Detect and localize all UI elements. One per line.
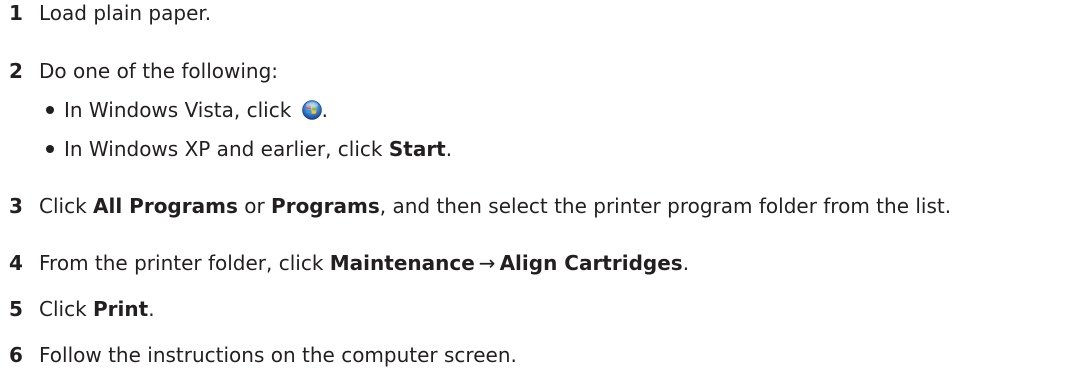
all-programs-label: All Programs bbox=[93, 194, 238, 218]
step-number: 4 bbox=[9, 251, 23, 275]
step-4: 4 From the printer folder, click Mainten… bbox=[9, 251, 689, 275]
step-text-post: . bbox=[148, 297, 155, 321]
right-arrow-icon: → bbox=[478, 251, 496, 275]
step-text-post: . bbox=[682, 251, 690, 275]
programs-label: Programs bbox=[271, 194, 380, 218]
substep-text-end: . bbox=[321, 98, 329, 122]
bullet-icon bbox=[46, 145, 54, 153]
bullet-icon bbox=[46, 106, 54, 114]
windows-vista-start-icon bbox=[301, 100, 322, 120]
step-5: 5 Click Print. bbox=[9, 297, 155, 321]
step-text: Click Print. bbox=[39, 297, 155, 321]
step-number: 2 bbox=[9, 59, 23, 83]
step-text-mid: or bbox=[237, 194, 272, 218]
step-text-pre: Click bbox=[39, 194, 94, 218]
step-number: 6 bbox=[9, 343, 23, 367]
align-cartridges-label: Align Cartridges bbox=[499, 251, 683, 275]
step-text-pre: From the printer folder, click bbox=[39, 251, 330, 275]
step-text: Load plain paper. bbox=[39, 1, 212, 25]
substep-text: In Windows XP and earlier, click bbox=[64, 137, 389, 161]
substep-text-end: . bbox=[445, 137, 453, 161]
print-label: Print bbox=[93, 297, 149, 321]
step-number: 1 bbox=[9, 1, 23, 25]
maintenance-label: Maintenance bbox=[329, 251, 475, 275]
step-1: 1 Load plain paper. bbox=[9, 1, 211, 25]
step-3: 3 Click All Programs or Programs, and th… bbox=[9, 194, 951, 218]
substep-xp: In Windows XP and earlier, click Start . bbox=[46, 137, 452, 161]
step-2: 2 Do one of the following: bbox=[9, 59, 278, 83]
step-text: Do one of the following: bbox=[39, 59, 279, 83]
step-6: 6 Follow the instructions on the compute… bbox=[9, 343, 517, 367]
substep-vista: In Windows Vista, click . bbox=[46, 98, 328, 122]
start-label: Start bbox=[388, 137, 446, 161]
step-text-post: , and then select the printer program fo… bbox=[379, 194, 952, 218]
step-text-pre: Click bbox=[39, 297, 94, 321]
step-number: 5 bbox=[9, 297, 23, 321]
step-text: From the printer folder, click Maintenan… bbox=[39, 251, 689, 275]
step-text: Click All Programs or Programs, and then… bbox=[39, 194, 951, 218]
step-number: 3 bbox=[9, 194, 23, 218]
substep-text: In Windows Vista, click bbox=[64, 98, 298, 122]
instruction-document: 1 Load plain paper. 2 Do one of the foll… bbox=[0, 0, 1092, 383]
step-text: Follow the instructions on the computer … bbox=[39, 343, 517, 367]
